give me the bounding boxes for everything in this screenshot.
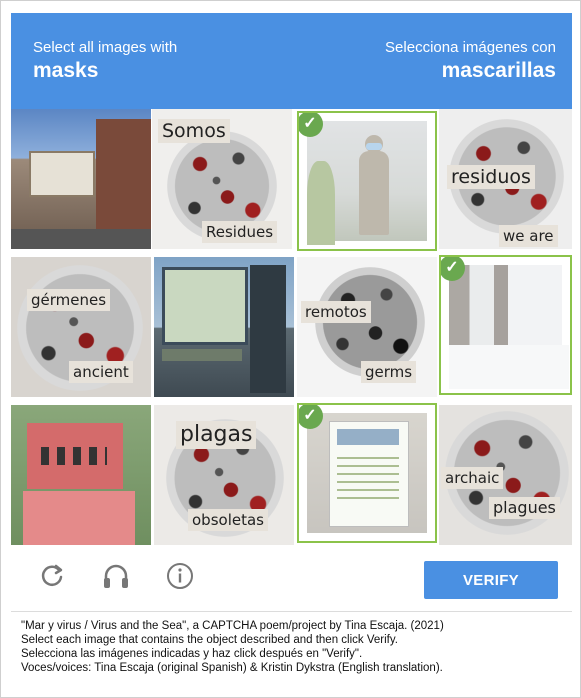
headphones-icon[interactable] — [101, 561, 131, 591]
poem-word-label: plagues — [489, 497, 560, 519]
instruction-english-prefix: Select all images with — [33, 39, 178, 56]
poem-word-label: Somos — [158, 119, 230, 143]
tile-image-door-notice — [307, 413, 427, 533]
tile-image-virus: plagas obsoletas — [154, 405, 294, 545]
image-tile-10[interactable]: plagas obsoletas — [154, 405, 294, 545]
caption-line-title: "Mar y virus / Virus and the Sea", a CAP… — [21, 620, 444, 632]
image-tile-3[interactable]: ✓ — [297, 111, 437, 251]
poem-word-label: obsoletas — [188, 509, 268, 531]
window-frame — [162, 267, 248, 345]
street — [11, 229, 151, 249]
tile-image-virus: archaic plagues — [439, 405, 572, 545]
window-ledge — [162, 349, 242, 361]
face-mask — [366, 143, 382, 150]
poem-word-label: plagas — [176, 421, 257, 449]
tree — [307, 161, 335, 245]
image-grid: Somos Residues ✓ residuos we are gérmene… — [11, 109, 572, 547]
image-tile-11[interactable]: ✓ — [297, 403, 437, 543]
instruction-spanish: Selecciona imágenes con mascarillas — [385, 39, 556, 85]
poem-word-label: residuos — [447, 165, 535, 189]
tile-image-storefront — [154, 257, 294, 397]
image-tile-4[interactable]: residuos we are — [439, 109, 572, 249]
statue-body — [359, 151, 389, 235]
caption-line-english: Select each image that contains the obje… — [21, 634, 398, 646]
snow-ground — [449, 345, 569, 389]
captcha-widget: Select all images with masks Selecciona … — [0, 0, 581, 698]
sign-board-lower — [23, 491, 135, 545]
poem-word-label: remotos — [301, 301, 371, 323]
project-caption: "Mar y virus / Virus and the Sea", a CAP… — [21, 619, 571, 675]
poem-word-label: archaic — [441, 467, 504, 489]
tile-image-virus: remotos germs — [297, 257, 437, 397]
divider — [11, 611, 572, 612]
poem-word-label: we are — [499, 225, 558, 247]
image-tile-9[interactable] — [11, 405, 151, 545]
selected-check-icon: ✓ — [441, 257, 465, 281]
poem-word-label: ancient — [69, 361, 133, 383]
instruction-header: Select all images with masks Selecciona … — [11, 13, 572, 109]
image-tile-7[interactable]: remotos germs — [297, 257, 437, 397]
instruction-spanish-prefix: Selecciona imágenes con — [385, 39, 556, 56]
selected-check-icon: ✓ — [299, 405, 323, 429]
instruction-spanish-target: mascarillas — [441, 59, 556, 82]
tile-image-mask-sign — [11, 405, 151, 545]
notice-header — [337, 429, 399, 445]
tile-image-virus: gérmenes ancient — [11, 257, 151, 397]
selected-check-icon: ✓ — [299, 113, 323, 137]
image-tile-1[interactable] — [11, 109, 151, 249]
reload-icon[interactable] — [37, 561, 67, 591]
instruction-english-target: masks — [33, 59, 99, 82]
info-icon[interactable] — [165, 561, 195, 591]
tile-image-snowy-trees — [449, 265, 569, 389]
poem-word-label: Residues — [202, 221, 278, 243]
image-tile-5[interactable]: gérmenes ancient — [11, 257, 151, 397]
caption-line-voices: Voces/voices: Tina Escaja (original Span… — [21, 662, 443, 674]
notice-lines — [337, 457, 399, 503]
marquee-sign — [29, 151, 95, 197]
caption-line-spanish: Selecciona las imágenes indicadas y haz … — [21, 648, 363, 660]
image-tile-2[interactable]: Somos Residues — [152, 109, 292, 249]
image-tile-8[interactable]: ✓ — [439, 255, 572, 395]
image-tile-6[interactable] — [154, 257, 294, 397]
poem-word-label: germs — [361, 361, 417, 383]
verify-button[interactable]: VERIFY — [424, 561, 558, 599]
tile-image-virus: residuos we are — [439, 109, 572, 249]
image-tile-12[interactable]: archaic plagues — [439, 405, 572, 545]
tile-image-statue — [307, 121, 427, 245]
tile-image-theater — [11, 109, 151, 249]
instruction-english: Select all images with masks — [33, 39, 177, 85]
captcha-controls: VERIFY — [11, 547, 572, 609]
sign-icons — [41, 447, 107, 465]
tile-image-virus: Somos Residues — [152, 109, 292, 249]
door — [250, 265, 286, 393]
poem-word-label: gérmenes — [27, 289, 111, 311]
